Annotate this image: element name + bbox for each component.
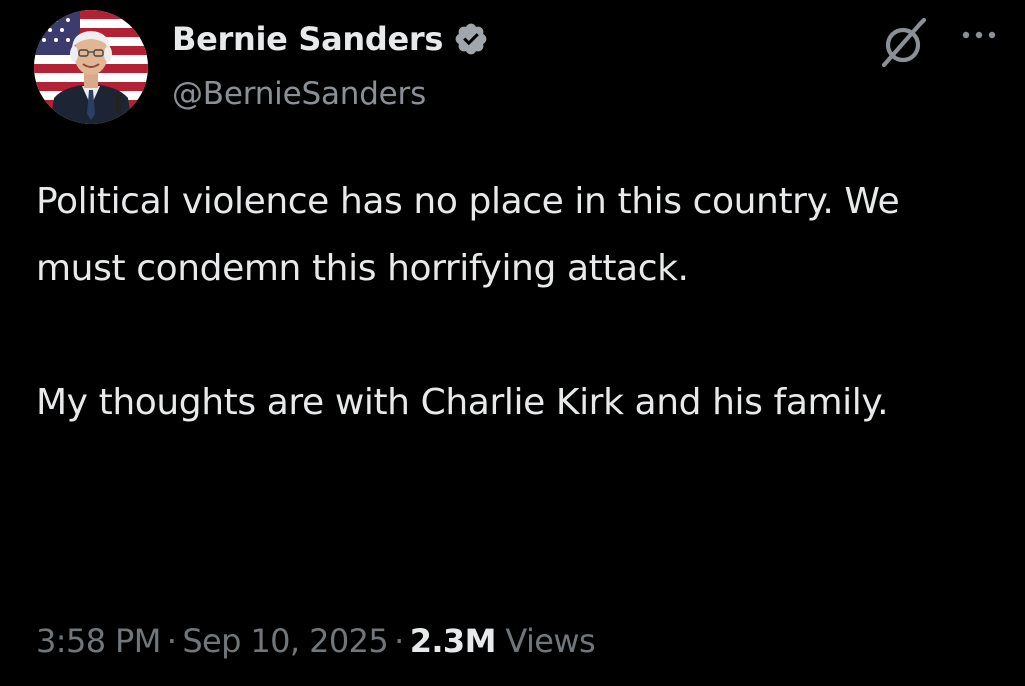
verified-badge-icon[interactable] [453,21,489,57]
views-count[interactable]: 2.3M [410,622,497,660]
author-handle[interactable]: @BernieSanders [172,76,426,112]
meta-separator: · [166,622,177,660]
avatar[interactable] [34,10,148,124]
more-options-icon[interactable] [958,20,1002,50]
post-date[interactable]: Sep 10, 2025 [182,622,388,660]
display-name[interactable]: Bernie Sanders [172,20,443,58]
meta-separator: · [394,622,404,660]
author-name-row[interactable]: Bernie Sanders [172,16,489,62]
tweet-paragraph: Political violence has no place in this … [36,181,900,289]
grok-icon[interactable] [876,15,932,71]
tweet-card: Bernie Sanders @BernieSanders Political … [0,0,1025,686]
post-time[interactable]: 3:58 PM [36,622,161,660]
views-label[interactable]: Views [505,622,595,660]
tweet-meta: 3:58 PM · Sep 10, 2025 · 2.3M Views [36,622,596,660]
tweet-paragraph: My thoughts are with Charlie Kirk and hi… [36,382,889,423]
avatar-image [34,10,148,124]
tweet-body: Political violence has no place in this … [36,168,996,436]
